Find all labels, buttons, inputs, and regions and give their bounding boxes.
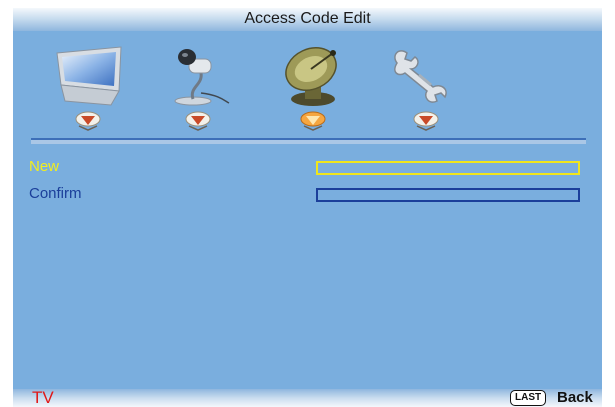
new-code-label: New	[29, 158, 60, 175]
menu-title: Access Code Edit	[13, 8, 602, 31]
osd-menu: Access Code Edit New Confirm TV LAST Bac…	[13, 8, 602, 407]
footer-bar: TV LAST Back	[13, 389, 602, 407]
last-key-badge[interactable]: LAST	[510, 390, 547, 406]
menu-tabs	[13, 33, 602, 113]
source-label: TV	[32, 388, 54, 407]
back-label: Back	[557, 389, 593, 406]
tab-marker-icon	[411, 111, 441, 131]
channel-icon[interactable]	[275, 45, 351, 109]
picture-icon[interactable]	[51, 45, 127, 109]
separator	[31, 138, 586, 144]
tab-marker-selected-icon	[298, 111, 328, 131]
sound-icon[interactable]	[159, 45, 235, 109]
tab-marker-icon	[73, 111, 103, 131]
confirm-code-input[interactable]	[316, 188, 580, 202]
confirm-code-label: Confirm	[29, 185, 82, 202]
setup-icon[interactable]	[383, 45, 459, 109]
new-code-input[interactable]	[316, 161, 580, 175]
tab-marker-icon	[183, 111, 213, 131]
